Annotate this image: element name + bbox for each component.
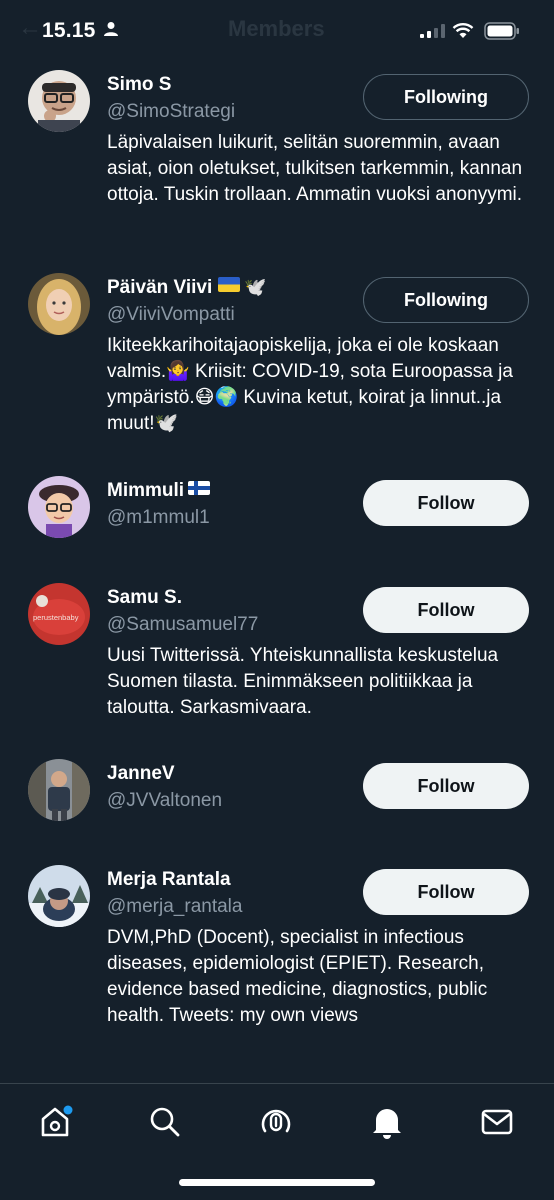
cellular-signal-icon bbox=[420, 24, 445, 38]
follow-button[interactable]: Follow bbox=[363, 763, 529, 809]
user-bio: DVM,PhD (Docent), specialist in infectio… bbox=[107, 927, 488, 1026]
user-handle[interactable]: @merja_rantala bbox=[107, 896, 242, 918]
user-name-text: Päivän Viivi bbox=[107, 277, 213, 298]
user-name[interactable]: JanneV bbox=[107, 763, 175, 785]
tab-messages[interactable] bbox=[477, 1102, 517, 1142]
follow-button[interactable]: Follow bbox=[363, 480, 529, 526]
wifi-icon bbox=[452, 23, 474, 38]
tab-home[interactable] bbox=[35, 1102, 75, 1142]
user-bio: Läpivalaisen luikurit, selitän suoremmin… bbox=[107, 132, 523, 205]
user-name[interactable]: Samu S. bbox=[107, 587, 182, 609]
finland-flag-icon bbox=[188, 481, 211, 495]
avatar[interactable] bbox=[28, 759, 90, 821]
user-name-text: Mimmuli bbox=[107, 480, 185, 501]
user-name[interactable]: Simo S bbox=[107, 74, 171, 96]
user-handle[interactable]: @m1mmul1 bbox=[107, 507, 210, 529]
user-name[interactable]: Mimmuli bbox=[107, 480, 211, 502]
home-indicator[interactable] bbox=[179, 1179, 375, 1186]
avatar[interactable] bbox=[28, 865, 90, 927]
avatar[interactable] bbox=[28, 273, 90, 335]
ukraine-flag-icon bbox=[218, 277, 241, 292]
user-name[interactable]: Päivän Viivi 🕊️ bbox=[107, 277, 267, 299]
status-time: 15.15 bbox=[42, 19, 96, 42]
search-icon bbox=[150, 1107, 180, 1137]
user-bio: Ikiteekkarihoitajaopiskelija, joka ei ol… bbox=[107, 335, 513, 434]
user-handle[interactable]: @Samusamuel77 bbox=[107, 614, 258, 636]
battery-icon bbox=[484, 22, 519, 40]
dove-icon: 🕊️ bbox=[244, 277, 267, 297]
tab-spaces[interactable] bbox=[256, 1102, 296, 1142]
status-bar: ← Members 15.15 bbox=[0, 0, 554, 62]
avatar[interactable]: perustenbaby bbox=[28, 583, 90, 645]
messages-icon bbox=[481, 1109, 513, 1135]
tab-search[interactable] bbox=[145, 1102, 185, 1142]
notification-dot bbox=[63, 1105, 73, 1115]
home-icon bbox=[41, 1105, 73, 1137]
avatar[interactable] bbox=[28, 476, 90, 538]
spaces-icon bbox=[261, 1109, 291, 1133]
avatar-caption: perustenbaby bbox=[33, 613, 79, 622]
user-name[interactable]: Merja Rantala bbox=[107, 869, 231, 891]
user-handle[interactable]: @ViiviVompatti bbox=[107, 304, 235, 326]
follow-button[interactable]: Follow bbox=[363, 869, 529, 915]
notifications-icon bbox=[373, 1109, 401, 1139]
user-handle[interactable]: @JVValtonen bbox=[107, 790, 222, 812]
avatar[interactable] bbox=[28, 70, 90, 132]
user-handle[interactable]: @SimoStrategi bbox=[107, 101, 235, 123]
following-button[interactable]: Following bbox=[363, 74, 529, 120]
follow-button[interactable]: Follow bbox=[363, 587, 529, 633]
page-title: Members bbox=[228, 16, 325, 41]
following-button[interactable]: Following bbox=[363, 277, 529, 323]
user-bio: Uusi Twitterissä. Yhteiskunnallista kesk… bbox=[107, 645, 499, 718]
tab-notifications[interactable] bbox=[367, 1102, 407, 1142]
back-arrow-icon[interactable]: ← bbox=[18, 14, 42, 42]
person-icon bbox=[104, 22, 118, 36]
